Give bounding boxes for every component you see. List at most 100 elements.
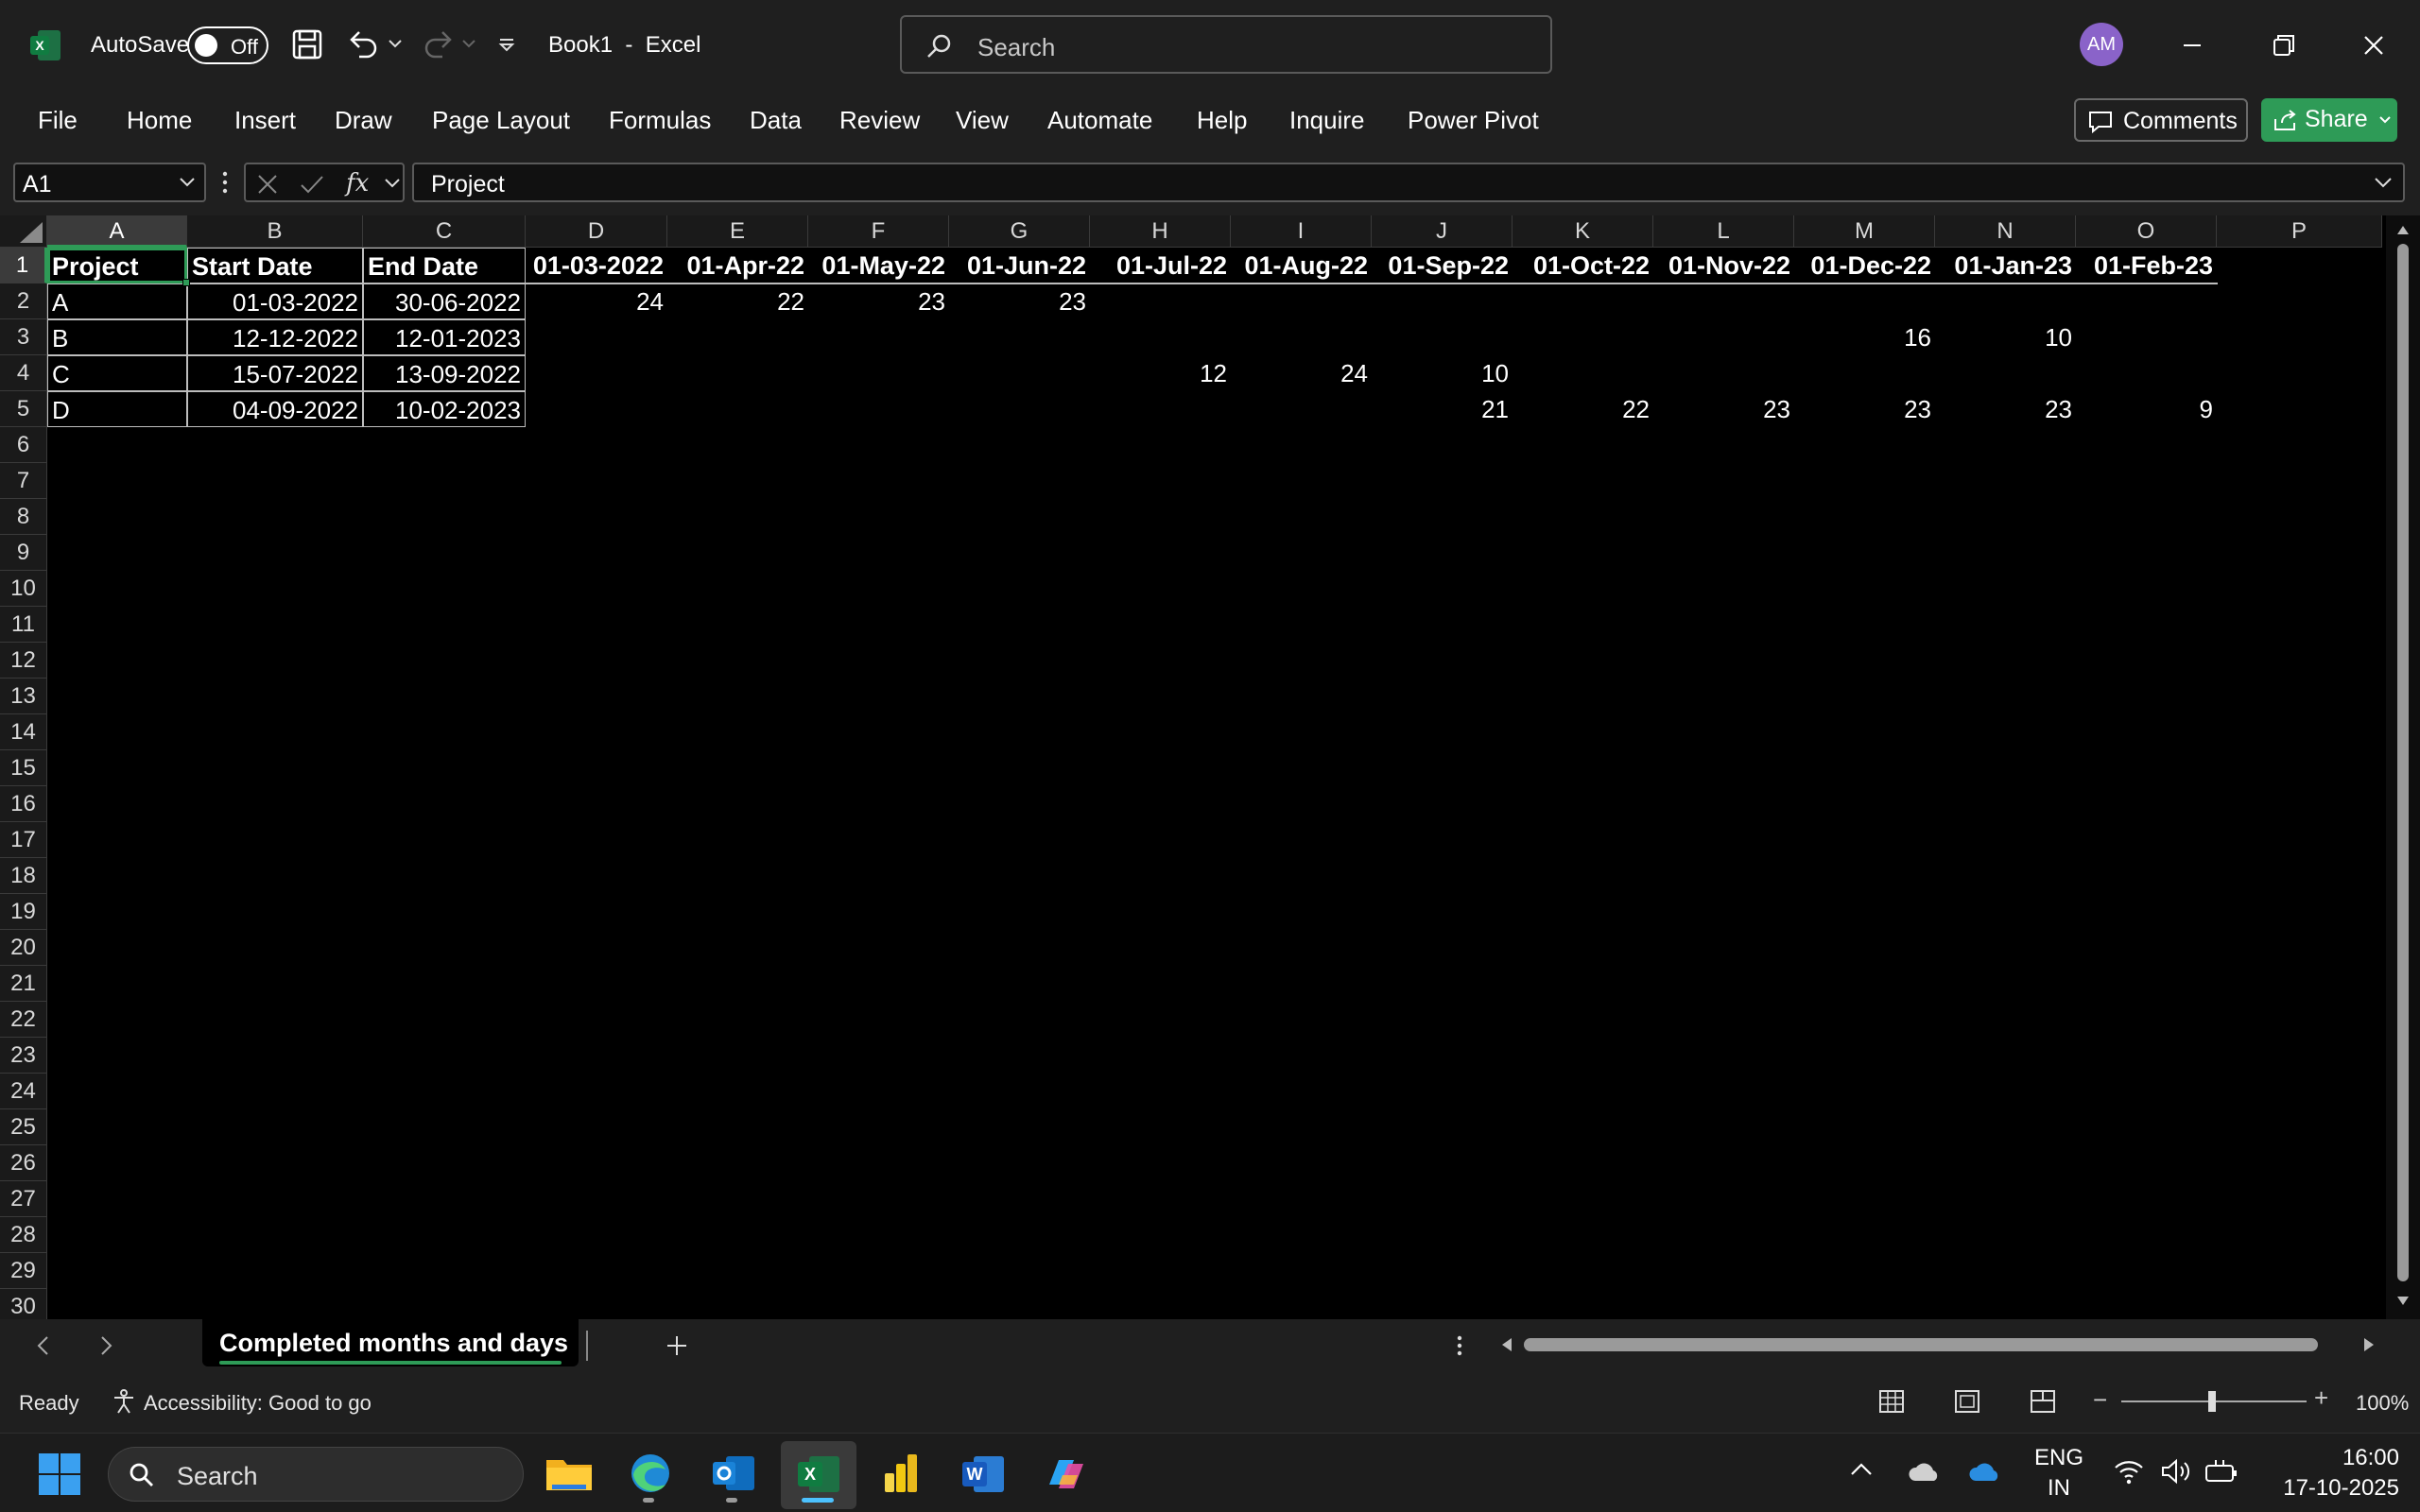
cell-n3[interactable]: 10 <box>1935 319 2076 355</box>
row-header-18[interactable]: 18 <box>0 858 47 894</box>
minimize-button[interactable] <box>2170 19 2214 72</box>
row-header-21[interactable]: 21 <box>0 966 47 1002</box>
row-header-7[interactable]: 7 <box>0 463 47 499</box>
wifi-icon[interactable] <box>2112 1456 2146 1486</box>
sheet-tab-active[interactable]: Completed months and days <box>202 1319 579 1366</box>
row-header-4[interactable]: 4 <box>0 355 47 391</box>
redo-dropdown-icon[interactable] <box>461 38 476 49</box>
row-header-27[interactable]: 27 <box>0 1181 47 1217</box>
column-header-i[interactable]: I <box>1231 215 1372 248</box>
excel-taskbar-icon[interactable]: X <box>788 1447 849 1502</box>
column-header-g[interactable]: G <box>949 215 1090 248</box>
cell-e1[interactable]: 01-Apr-22 <box>667 248 808 284</box>
tab-help[interactable]: Help <box>1197 106 1247 135</box>
row-header-28[interactable]: 28 <box>0 1217 47 1253</box>
cell-l1[interactable]: 01-Nov-22 <box>1653 248 1794 284</box>
cell-a4[interactable]: C <box>47 355 187 391</box>
cell-f2[interactable]: 23 <box>808 284 949 319</box>
column-header-d[interactable]: D <box>526 215 667 248</box>
windows-start-icon[interactable] <box>38 1452 81 1496</box>
scroll-right-icon[interactable] <box>2361 1336 2377 1353</box>
column-header-l[interactable]: L <box>1653 215 1794 248</box>
vertical-scrollbar[interactable] <box>2386 215 2420 1319</box>
volume-icon[interactable] <box>2159 1456 2193 1486</box>
column-header-h[interactable]: H <box>1090 215 1231 248</box>
row-header-12[interactable]: 12 <box>0 643 47 679</box>
column-header-n[interactable]: N <box>1935 215 2076 248</box>
column-header-c[interactable]: C <box>363 215 526 248</box>
cell-j5[interactable]: 21 <box>1372 391 1512 427</box>
row-header-3[interactable]: 3 <box>0 319 47 355</box>
row-header-26[interactable]: 26 <box>0 1145 47 1181</box>
row-header-24[interactable]: 24 <box>0 1074 47 1109</box>
cell-m3[interactable]: 16 <box>1794 319 1935 355</box>
zoom-out-icon[interactable]: − <box>2093 1385 2107 1415</box>
cell-i4[interactable]: 24 <box>1231 355 1372 391</box>
tab-data[interactable]: Data <box>750 106 802 135</box>
cell-m5[interactable]: 23 <box>1794 391 1935 427</box>
accessibility-icon[interactable] <box>110 1387 138 1416</box>
scroll-down-icon[interactable] <box>2395 1295 2411 1308</box>
cell-c3[interactable]: 12-01-2023 <box>363 319 526 355</box>
zoom-level[interactable]: 100% <box>2356 1391 2409 1416</box>
row-header-14[interactable]: 14 <box>0 714 47 750</box>
chevron-down-icon[interactable] <box>384 178 401 189</box>
tab-home[interactable]: Home <box>127 106 192 135</box>
row-header-29[interactable]: 29 <box>0 1253 47 1289</box>
cell-n1[interactable]: 01-Jan-23 <box>1935 248 2076 284</box>
zoom-slider-thumb[interactable] <box>2208 1391 2216 1412</box>
tab-draw[interactable]: Draw <box>335 106 392 135</box>
undo-dropdown-icon[interactable] <box>388 38 403 49</box>
avatar[interactable]: AM <box>2080 23 2123 66</box>
file-explorer-icon[interactable] <box>539 1447 599 1502</box>
row-header-11[interactable]: 11 <box>0 607 47 643</box>
cell-o5[interactable]: 9 <box>2076 391 2217 427</box>
column-header-j[interactable]: J <box>1372 215 1512 248</box>
cell-c1[interactable]: End Date <box>363 248 526 284</box>
cell-j4[interactable]: 10 <box>1372 355 1512 391</box>
tab-inquire[interactable]: Inquire <box>1289 106 1365 135</box>
row-header-6[interactable]: 6 <box>0 427 47 463</box>
column-header-f[interactable]: F <box>808 215 949 248</box>
cell-c2[interactable]: 30-06-2022 <box>363 284 526 319</box>
row-header-5[interactable]: 5 <box>0 391 47 427</box>
row-header-30[interactable]: 30 <box>0 1289 47 1319</box>
row-header-20[interactable]: 20 <box>0 930 47 966</box>
row-header-16[interactable]: 16 <box>0 786 47 822</box>
vertical-scroll-thumb[interactable] <box>2397 244 2409 1281</box>
enter-check-icon[interactable] <box>299 172 325 197</box>
row-header-1[interactable]: 1 <box>0 248 47 284</box>
cell-o1[interactable]: 01-Feb-23 <box>2076 248 2217 284</box>
cell-c5[interactable]: 10-02-2023 <box>363 391 526 427</box>
cell-c4[interactable]: 13-09-2022 <box>363 355 526 391</box>
cell-a3[interactable]: B <box>47 319 187 355</box>
onedrive-business-icon[interactable] <box>1966 1458 2004 1486</box>
taskbar-search[interactable]: Search <box>108 1447 524 1502</box>
column-header-b[interactable]: B <box>187 215 363 248</box>
name-box[interactable]: A1 <box>13 163 206 202</box>
restore-button[interactable] <box>2261 19 2305 72</box>
cell-b5[interactable]: 04-09-2022 <box>187 391 363 427</box>
cell-a2[interactable]: A <box>47 284 187 319</box>
select-all-button[interactable] <box>0 215 47 248</box>
cell-h4[interactable]: 12 <box>1090 355 1231 391</box>
battery-icon[interactable] <box>2203 1456 2240 1486</box>
close-button[interactable] <box>2352 19 2395 72</box>
row-header-23[interactable]: 23 <box>0 1038 47 1074</box>
add-sheet-icon[interactable] <box>662 1331 692 1361</box>
outlook-icon[interactable] <box>703 1447 764 1502</box>
row-header-25[interactable]: 25 <box>0 1109 47 1145</box>
row-header-8[interactable]: 8 <box>0 499 47 535</box>
column-header-k[interactable]: K <box>1512 215 1653 248</box>
row-header-17[interactable]: 17 <box>0 822 47 858</box>
column-header-m[interactable]: M <box>1794 215 1935 248</box>
cell-f1[interactable]: 01-May-22 <box>808 248 949 284</box>
cell-a5[interactable]: D <box>47 391 187 427</box>
row-header-9[interactable]: 9 <box>0 535 47 571</box>
page-layout-view-icon[interactable] <box>1953 1387 1981 1416</box>
tab-page-layout[interactable]: Page Layout <box>432 106 570 135</box>
cell-i1[interactable]: 01-Aug-22 <box>1231 248 1372 284</box>
autosave-toggle[interactable]: Off <box>187 26 268 64</box>
row-header-13[interactable]: 13 <box>0 679 47 714</box>
cell-b2[interactable]: 01-03-2022 <box>187 284 363 319</box>
